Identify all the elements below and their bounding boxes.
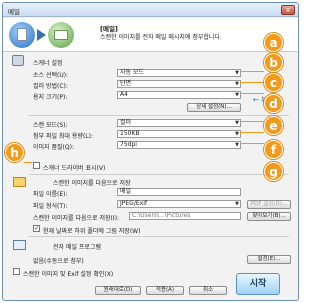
max-size-select[interactable]: 150KB ▼: [117, 130, 241, 138]
mail-settings-button[interactable]: 설정(E)...: [247, 255, 291, 264]
scan-document-icon: [9, 22, 35, 48]
callout-line: [24, 162, 32, 163]
file-name-input[interactable]: 메일: [117, 188, 241, 196]
file-name-label: 파일 이름(E):: [33, 191, 68, 198]
file-type-label: 파일 형식(T):: [33, 203, 68, 210]
arrow-right-icon: [37, 29, 46, 41]
scanner-settings-heading: 스캐너 설정: [33, 60, 63, 67]
scan-mode-select[interactable]: 컬러 ▼: [117, 119, 241, 127]
color-method-label: 컬러 방법(C):: [33, 83, 68, 90]
callout-f: f: [264, 140, 283, 159]
divider: [29, 174, 289, 175]
scanner-icon: [12, 55, 24, 66]
mail-program-icon: [13, 240, 26, 250]
scan-mode-label: 스캔 모드(S):: [33, 122, 68, 129]
callout-b: b: [264, 53, 283, 72]
browse-button[interactable]: 찾아보기(B)...: [247, 212, 291, 221]
divider: [29, 115, 289, 116]
window-title: 메일: [8, 8, 20, 16]
scanner-driver-label: 스캐너 드라이버 표시(V): [43, 165, 106, 172]
callout-line: [240, 71, 264, 72]
defaults-button[interactable]: 원래대로(D): [95, 286, 141, 295]
max-size-label: 첨부 파일 최대 용량(L):: [33, 133, 93, 140]
file-type-select[interactable]: JPEG/Exif ▼: [117, 200, 241, 208]
save-in-input[interactable]: C:\Users\...\Pictures: [129, 212, 241, 220]
callout-line: [240, 132, 264, 133]
mail-program-value: 없음(수동으로 첨부): [33, 258, 84, 265]
callout-line: [240, 82, 264, 83]
mail-program-heading: 전자 메일 프로그램: [53, 244, 101, 251]
close-button[interactable]: x: [281, 5, 295, 15]
confirm-exif-label: 스캔한 이미지 및 Exif 설정 확인(X): [23, 271, 114, 278]
scanner-driver-checkbox[interactable]: [33, 162, 40, 169]
pdf-settings-button[interactable]: PDF 설정(D)...: [247, 200, 291, 209]
callout-line: [240, 143, 264, 144]
mail-envelope-icon: [48, 22, 74, 48]
cancel-button[interactable]: 취소: [189, 286, 227, 295]
mail-dialog: 메일 x [메일] 스캔한 이미지를 전자 메일 메시지에 첨부합니다. 스캐너…: [2, 2, 299, 301]
save-in-label: 스캔한 이미지를 다음으로 저장(I):: [33, 215, 119, 222]
callout-line: [240, 93, 264, 94]
callout-a: a: [264, 33, 283, 52]
title-bar: 메일 x: [3, 3, 298, 17]
subfolder-label: 현재 날짜로 하위 폴더에 그림 저장(W): [43, 228, 141, 235]
source-label: 소스 선택(U):: [33, 72, 69, 79]
divider: [29, 236, 289, 237]
header-banner: [메일] 스캔한 이미지를 전자 메일 메시지에 첨부합니다.: [3, 18, 298, 52]
banner-description: 스캔한 이미지를 전자 메일 메시지에 첨부합니다.: [100, 34, 222, 41]
image-quality-select[interactable]: 75dpi ▼: [117, 141, 241, 149]
callout-d: d: [264, 94, 283, 113]
source-select[interactable]: 자동 모드 ▼: [117, 69, 241, 77]
callout-line: [240, 121, 264, 122]
subfolder-checkbox[interactable]: ✓: [33, 225, 40, 232]
callout-h: h: [5, 143, 24, 162]
paper-size-select[interactable]: A4 ▼: [117, 91, 241, 99]
callout-e: e: [264, 116, 283, 135]
apply-button[interactable]: 적용(A): [146, 286, 184, 295]
confirm-exif-checkbox[interactable]: [13, 268, 20, 275]
color-method-select[interactable]: 단면 ▼: [117, 80, 241, 88]
image-quality-label: 이미지 품질(Q):: [33, 144, 74, 151]
paper-size-label: 용지 크기(P):: [33, 94, 68, 101]
detail-settings-button[interactable]: 상세 설정(N)...: [187, 103, 241, 112]
save-settings-heading: 스캔한 이미지를 다음으로 저장: [53, 180, 131, 187]
callout-c: c: [264, 73, 283, 92]
start-button[interactable]: 시작: [236, 273, 280, 295]
folder-icon: [13, 177, 26, 187]
callout-g: g: [264, 162, 283, 181]
